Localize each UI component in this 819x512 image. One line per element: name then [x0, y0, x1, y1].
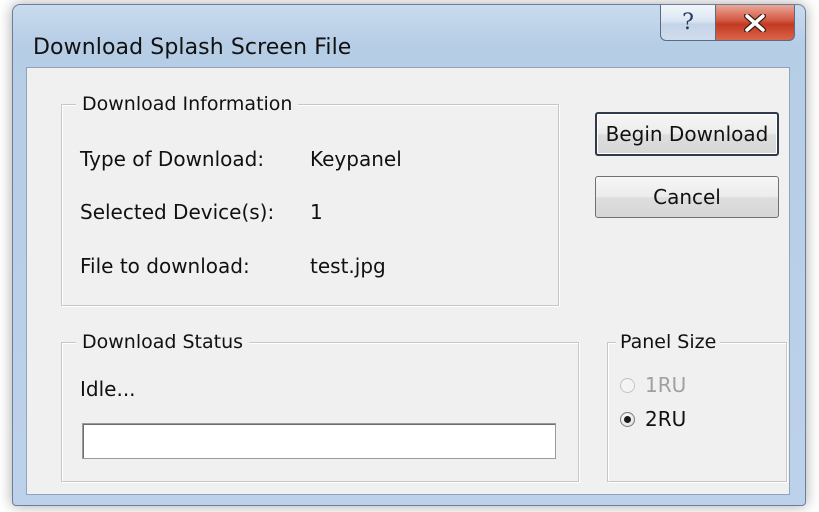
radio-1ru-label: 1RU	[645, 373, 687, 397]
download-status-legend: Download Status	[76, 330, 250, 354]
begin-download-button[interactable]: Begin Download	[595, 112, 779, 156]
type-of-download-label: Type of Download:	[80, 147, 265, 171]
panel-size-group: Panel Size 1RU 2RU	[607, 330, 787, 482]
dialog-window: Download Splash Screen File ? Download I…	[12, 4, 806, 506]
panel-size-legend: Panel Size	[616, 330, 721, 354]
selected-devices-value: 1	[310, 200, 323, 224]
help-icon: ?	[682, 10, 694, 35]
radio-selected-dot	[624, 415, 631, 423]
download-information-legend: Download Information	[76, 92, 299, 116]
radio-1ru-indicator	[620, 377, 635, 393]
download-progress-bar	[82, 423, 556, 459]
selected-devices-label: Selected Device(s):	[80, 200, 275, 224]
window-title: Download Splash Screen File	[33, 35, 352, 60]
panel-size-2ru-radio[interactable]: 2RU	[620, 407, 686, 431]
radio-2ru-label: 2RU	[645, 407, 687, 431]
file-to-download-value: test.jpg	[310, 254, 386, 278]
download-status-text: Idle...	[80, 377, 136, 401]
panel-size-1ru-radio[interactable]: 1RU	[620, 373, 686, 397]
close-button[interactable]	[715, 5, 795, 41]
dialog-client-area: Download Information Type of Download: K…	[26, 67, 790, 495]
radio-2ru-indicator	[620, 411, 635, 427]
help-button[interactable]: ?	[660, 5, 716, 41]
close-icon	[744, 13, 766, 32]
file-to-download-label: File to download:	[80, 254, 250, 278]
download-information-group: Download Information Type of Download: K…	[61, 92, 559, 306]
type-of-download-value: Keypanel	[310, 147, 402, 171]
cancel-button[interactable]: Cancel	[595, 176, 779, 218]
download-status-group: Download Status Idle...	[61, 330, 579, 482]
